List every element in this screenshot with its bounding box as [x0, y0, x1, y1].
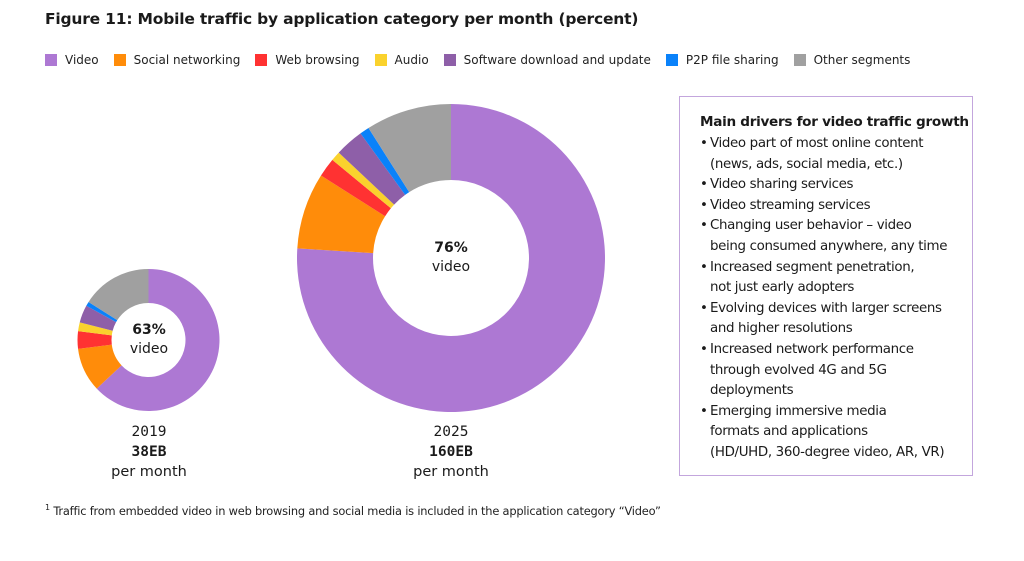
footnote: 1 Traffic from embedded video in web bro… — [45, 503, 661, 518]
driver-item: Increased network performance through evo… — [700, 340, 947, 402]
driver-item-line: Increased segment penetration, — [710, 259, 915, 275]
drivers-box-title: Main drivers for video traffic growth — [700, 114, 969, 130]
donut-2025-total: 160EB — [429, 444, 473, 460]
donut-2019-center-text: video — [129, 341, 169, 357]
driver-item-line: deployments — [710, 383, 794, 399]
donut-2025-center-value: 76% — [434, 240, 468, 256]
donut-2025-year: 2025 — [433, 424, 469, 440]
driver-item-line: Video streaming services — [710, 197, 871, 213]
donut-2025-center-label: 76% video — [415, 239, 487, 277]
driver-item: Video sharing services — [700, 175, 947, 196]
donut-2019-total: 38EB — [131, 444, 167, 460]
donut-2019-center-value: 63% — [132, 322, 166, 338]
driver-item-line: Changing user behavior – video — [710, 218, 912, 234]
driver-item-line: Increased network performance — [710, 341, 914, 357]
donut-2019-year: 2019 — [131, 424, 167, 440]
driver-item-line: being consumed anywhere, any time — [710, 238, 948, 254]
driver-item: Changing user behavior – video being cons… — [700, 216, 947, 257]
driver-item: Video streaming services — [700, 196, 947, 217]
donut-2019-unit: per month — [111, 464, 187, 480]
driver-item-line: formats and applications — [710, 424, 868, 440]
drivers-list: Video part of most online content (news, … — [700, 134, 947, 464]
footnote-text: Traffic from embedded video in web brows… — [53, 503, 661, 518]
driver-item-line: through evolved 4G and 5G — [710, 362, 887, 378]
donut-2025-caption: 2025 160EB per month — [400, 422, 502, 482]
driver-item: Evolving devices with larger screens and … — [700, 299, 947, 340]
driver-item-line: (news, ads, social media, etc.) — [710, 156, 903, 172]
donut-2019-caption: 2019 38EB per month — [98, 422, 200, 482]
driver-item-line: (HD/UHD, 360-degree video, AR, VR) — [710, 444, 945, 460]
driver-item: Emerging immersive media formats and appl… — [700, 402, 947, 464]
driver-item-line: Evolving devices with larger screens — [710, 300, 942, 316]
driver-item-line: and higher resolutions — [710, 321, 853, 337]
driver-item-line: not just early adopters — [710, 280, 855, 296]
donut-2019-center-label: 63% video — [113, 321, 185, 359]
donut-2025-unit: per month — [413, 464, 489, 480]
footnote-marker: 1 — [45, 503, 50, 512]
driver-item-line: Emerging immersive media — [710, 403, 887, 419]
donut-2025-center-text: video — [431, 259, 471, 275]
driver-item: Video part of most online content (news, … — [700, 134, 947, 175]
video-drivers-box: Main drivers for video traffic growth Vi… — [679, 96, 973, 476]
driver-item: Increased segment penetration, not just e… — [700, 258, 947, 299]
driver-item-line: Video sharing services — [710, 177, 854, 193]
driver-item-line: Video part of most online content — [710, 136, 924, 151]
